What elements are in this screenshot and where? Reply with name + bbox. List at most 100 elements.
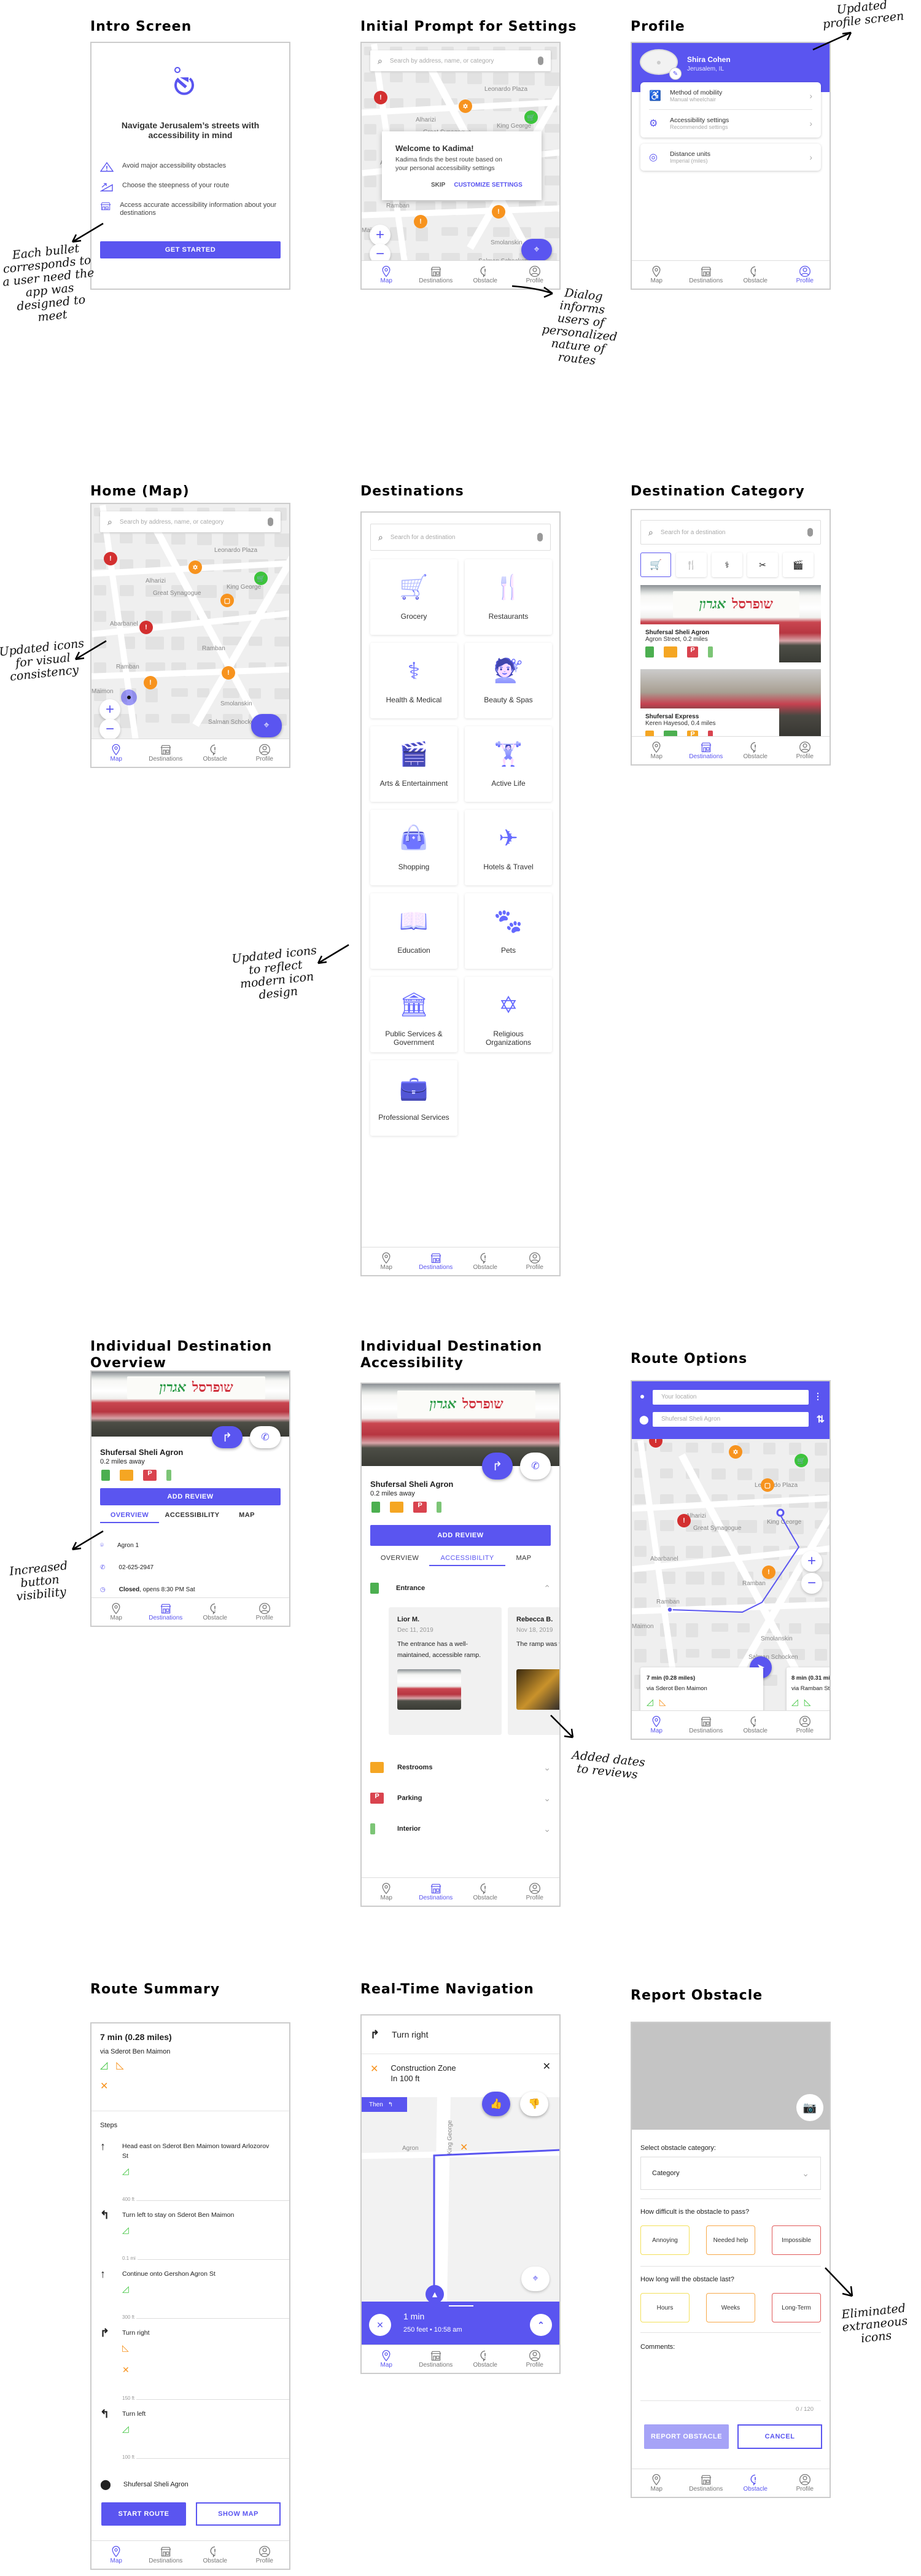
difficulty-impossible[interactable]: Impossible xyxy=(772,2225,821,2255)
call-button[interactable]: ✆ xyxy=(250,1426,281,1448)
skip-button[interactable]: SKIP xyxy=(431,182,445,188)
show-map-button[interactable]: SHOW MAP xyxy=(196,2502,281,2526)
nav-obstacle[interactable]: Obstacle xyxy=(734,741,777,760)
get-started-button[interactable]: GET STARTED xyxy=(100,241,281,258)
tab-overview[interactable]: OVERVIEW xyxy=(370,1554,429,1566)
map-view[interactable]: Leonardo Plaza Great Synagogue King George… xyxy=(91,504,289,741)
search-bar[interactable]: ⌕ Search for a destination xyxy=(640,520,821,545)
add-review-button[interactable]: ADD REVIEW xyxy=(100,1488,281,1505)
nav-obstacle[interactable]: Obstacle xyxy=(734,2473,777,2493)
start-route-button[interactable]: START ROUTE xyxy=(101,2502,186,2526)
nav-obstacle[interactable]: Obstacle xyxy=(193,743,236,762)
category-select[interactable]: Category ⌄ xyxy=(640,2157,821,2190)
category-card[interactable]: 👜 Shopping xyxy=(370,810,457,885)
directions-button[interactable]: ↱ xyxy=(212,1426,243,1448)
search-input[interactable]: Search by address, name, or category xyxy=(120,519,224,526)
nav-map[interactable]: Map xyxy=(365,265,408,284)
zoom-in-button[interactable]: + xyxy=(99,699,120,720)
nav-obstacle[interactable]: Obstacle xyxy=(464,1252,507,1271)
microphone-icon[interactable] xyxy=(537,533,543,541)
zoom-out-button[interactable]: − xyxy=(99,719,120,740)
obstacle-marker-icon[interactable]: ! xyxy=(492,205,505,219)
more-vertical-icon[interactable]: ⋮ xyxy=(814,1391,822,1402)
nav-destinations[interactable]: Destinations xyxy=(685,1715,728,1734)
zoom-in-button[interactable]: + xyxy=(801,1551,822,1572)
nav-profile[interactable]: Profile xyxy=(783,265,826,284)
nav-map[interactable]: Map xyxy=(95,1602,138,1621)
nav-obstacle[interactable]: Obstacle xyxy=(734,265,777,284)
nav-obstacle[interactable]: Obstacle xyxy=(464,265,507,284)
nav-destinations[interactable]: Destinations xyxy=(685,2473,728,2493)
nav-profile[interactable]: Profile xyxy=(783,741,826,760)
cancel-button[interactable]: CANCEL xyxy=(737,2424,822,2449)
result-card[interactable]: אגרון שופרסל Shufersal Sheli Agron Agron … xyxy=(640,585,821,662)
duration-long-term[interactable]: Long-Term xyxy=(772,2293,821,2322)
search-input[interactable]: Search for a destination xyxy=(661,529,726,536)
nav-profile[interactable]: Profile xyxy=(783,2473,826,2493)
category-card[interactable]: ✡ Religious Organizations xyxy=(465,977,552,1052)
report-obstacle-button[interactable]: REPORT OBSTACLE xyxy=(644,2424,729,2449)
thumbs-up-button[interactable]: 👍 xyxy=(482,2092,510,2116)
nav-map[interactable]: Map xyxy=(365,1882,408,1901)
setting-distance-units[interactable]: ◎ Distance units Imperial (miles) › xyxy=(640,144,821,171)
obstacle-marker-icon[interactable]: ! xyxy=(139,621,153,634)
comments-textarea[interactable] xyxy=(640,2354,821,2401)
drag-handle[interactable] xyxy=(449,2305,473,2306)
nav-obstacle[interactable]: Obstacle xyxy=(193,1602,236,1621)
tab-overview[interactable]: OVERVIEW xyxy=(100,1511,159,1523)
nav-destinations[interactable]: Destinations xyxy=(144,743,187,762)
difficulty-annoying[interactable]: Annoying xyxy=(640,2225,690,2255)
nav-destinations[interactable]: Destinations xyxy=(685,265,728,284)
nav-profile[interactable]: Profile xyxy=(243,743,286,762)
nav-map[interactable]: Map xyxy=(95,2545,138,2564)
tab-accessibility[interactable]: ACCESSIBILITY xyxy=(159,1511,225,1523)
nav-profile[interactable]: Profile xyxy=(513,265,556,284)
tab-accessibility[interactable]: ACCESSIBILITY xyxy=(429,1554,505,1566)
destination-input[interactable]: Shufersal Sheli Agron xyxy=(653,1412,809,1427)
section-parking[interactable]: P Parking ⌄ xyxy=(370,1789,551,1807)
origin-input[interactable]: Your location xyxy=(653,1390,809,1405)
tab-map[interactable]: MAP xyxy=(225,1511,268,1523)
locate-me-button[interactable]: ⌖ xyxy=(251,714,282,737)
category-card[interactable]: 🛒 Grocery xyxy=(370,559,457,635)
nav-obstacle[interactable]: Obstacle xyxy=(464,2349,507,2368)
grocery-marker-icon[interactable]: 🛒 xyxy=(254,572,268,585)
nav-profile[interactable]: Profile xyxy=(513,1882,556,1901)
nav-destinations[interactable]: Destinations xyxy=(144,1602,187,1621)
obstacle-marker-icon[interactable]: ! xyxy=(222,666,235,680)
difficulty-needed-help[interactable]: Needed help xyxy=(706,2225,755,2255)
zoom-out-button[interactable]: − xyxy=(801,1573,822,1594)
recenter-button[interactable]: ⌖ xyxy=(521,2267,550,2291)
category-card[interactable]: 📖 Education xyxy=(370,893,457,969)
camera-button[interactable]: 📷 xyxy=(796,2094,823,2121)
obstacle-marker-icon[interactable]: ! xyxy=(374,91,387,104)
tab-map[interactable]: MAP xyxy=(505,1554,542,1566)
directions-button[interactable]: ↱ xyxy=(482,1453,513,1480)
category-card[interactable]: 💼 Professional Services xyxy=(370,1060,457,1136)
chip-restaurants[interactable]: 🍴 xyxy=(676,553,707,577)
nav-profile[interactable]: Profile xyxy=(243,2545,286,2564)
setting-mobility[interactable]: ♿ Method of mobility Manual wheelchair › xyxy=(640,82,821,109)
nav-profile[interactable]: Profile xyxy=(513,1252,556,1271)
grocery-marker-icon[interactable]: 🛒 xyxy=(524,111,538,124)
customize-settings-button[interactable]: CUSTOMIZE SETTINGS xyxy=(454,182,523,188)
category-card[interactable]: 🏋 Active Life xyxy=(465,726,552,802)
locate-me-button[interactable]: ⌖ xyxy=(521,239,552,261)
nav-map[interactable]: Map xyxy=(95,743,138,762)
category-card[interactable]: ⚕ Health & Medical xyxy=(370,643,457,718)
review-photo[interactable] xyxy=(397,1669,461,1710)
category-card[interactable]: 🎬 Arts & Entertainment xyxy=(370,726,457,802)
nav-destinations[interactable]: Destinations xyxy=(414,2349,457,2368)
search-input[interactable]: Search for a destination xyxy=(391,534,456,541)
duration-weeks[interactable]: Weeks xyxy=(706,2293,755,2322)
chip-health[interactable]: ⚕ xyxy=(712,553,742,577)
search-bar[interactable]: ⌕ Search by address, name, or category xyxy=(100,511,281,532)
map-view[interactable]: Agron King George ✕ ▲ ⌖ xyxy=(362,2097,559,2302)
nav-map[interactable]: Map xyxy=(635,2473,678,2493)
nav-profile[interactable]: Profile xyxy=(783,1715,826,1734)
thumbs-down-button[interactable]: 👎 xyxy=(520,2092,548,2116)
nav-obstacle[interactable]: Obstacle xyxy=(464,1882,507,1901)
obstacle-marker-icon[interactable]: ! xyxy=(144,676,157,689)
add-review-button[interactable]: ADD REVIEW xyxy=(370,1525,551,1546)
obstacle-marker-icon[interactable]: ! xyxy=(414,215,427,228)
